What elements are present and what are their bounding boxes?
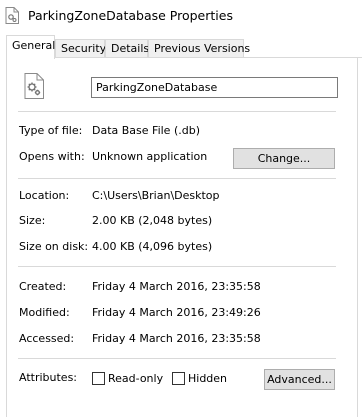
modified-label: Modified:	[19, 306, 70, 319]
attributes-label: Attributes:	[19, 371, 78, 384]
location-label: Location:	[19, 189, 70, 202]
change-button[interactable]: Change...	[233, 148, 335, 169]
advanced-button[interactable]: Advanced...	[264, 369, 335, 390]
modified-value: Friday 4 March 2016, 23:49:26	[92, 306, 261, 319]
type-of-file-value: Data Base File (.db)	[92, 124, 200, 137]
separator	[18, 178, 336, 179]
location-value: C:\Users\Brian\Desktop	[92, 189, 220, 202]
hidden-label[interactable]: Hidden	[188, 372, 227, 385]
separator	[18, 111, 336, 112]
tab-general[interactable]: General	[6, 35, 55, 59]
size-on-disk-value: 4.00 KB (4,096 bytes)	[92, 240, 213, 253]
gears-file-icon	[24, 73, 44, 99]
separator	[18, 358, 336, 359]
tab-details[interactable]: Details	[105, 39, 149, 58]
opens-with-value: Unknown application	[92, 150, 208, 163]
separator	[18, 266, 336, 267]
window-title: ParkingZoneDatabase Properties	[28, 8, 233, 23]
created-label: Created:	[19, 280, 67, 293]
type-of-file-label: Type of file:	[19, 124, 83, 137]
size-on-disk-label: Size on disk:	[19, 240, 89, 253]
tab-previous-versions[interactable]: Previous Versions	[148, 39, 250, 58]
opens-with-label: Opens with:	[19, 150, 85, 163]
database-file-icon	[5, 7, 19, 24]
tab-security[interactable]: Security	[55, 39, 106, 58]
accessed-label: Accessed:	[19, 332, 75, 345]
read-only-label[interactable]: Read-only	[108, 372, 163, 385]
size-label: Size:	[19, 214, 46, 227]
title-bar: ParkingZoneDatabase Properties	[0, 0, 362, 32]
size-value: 2.00 KB (2,048 bytes)	[92, 214, 213, 227]
file-name-input[interactable]	[91, 77, 338, 98]
hidden-checkbox[interactable]	[172, 372, 185, 385]
created-value: Friday 4 March 2016, 23:35:58	[92, 280, 261, 293]
accessed-value: Friday 4 March 2016, 23:35:58	[92, 332, 261, 345]
read-only-checkbox[interactable]	[92, 372, 105, 385]
